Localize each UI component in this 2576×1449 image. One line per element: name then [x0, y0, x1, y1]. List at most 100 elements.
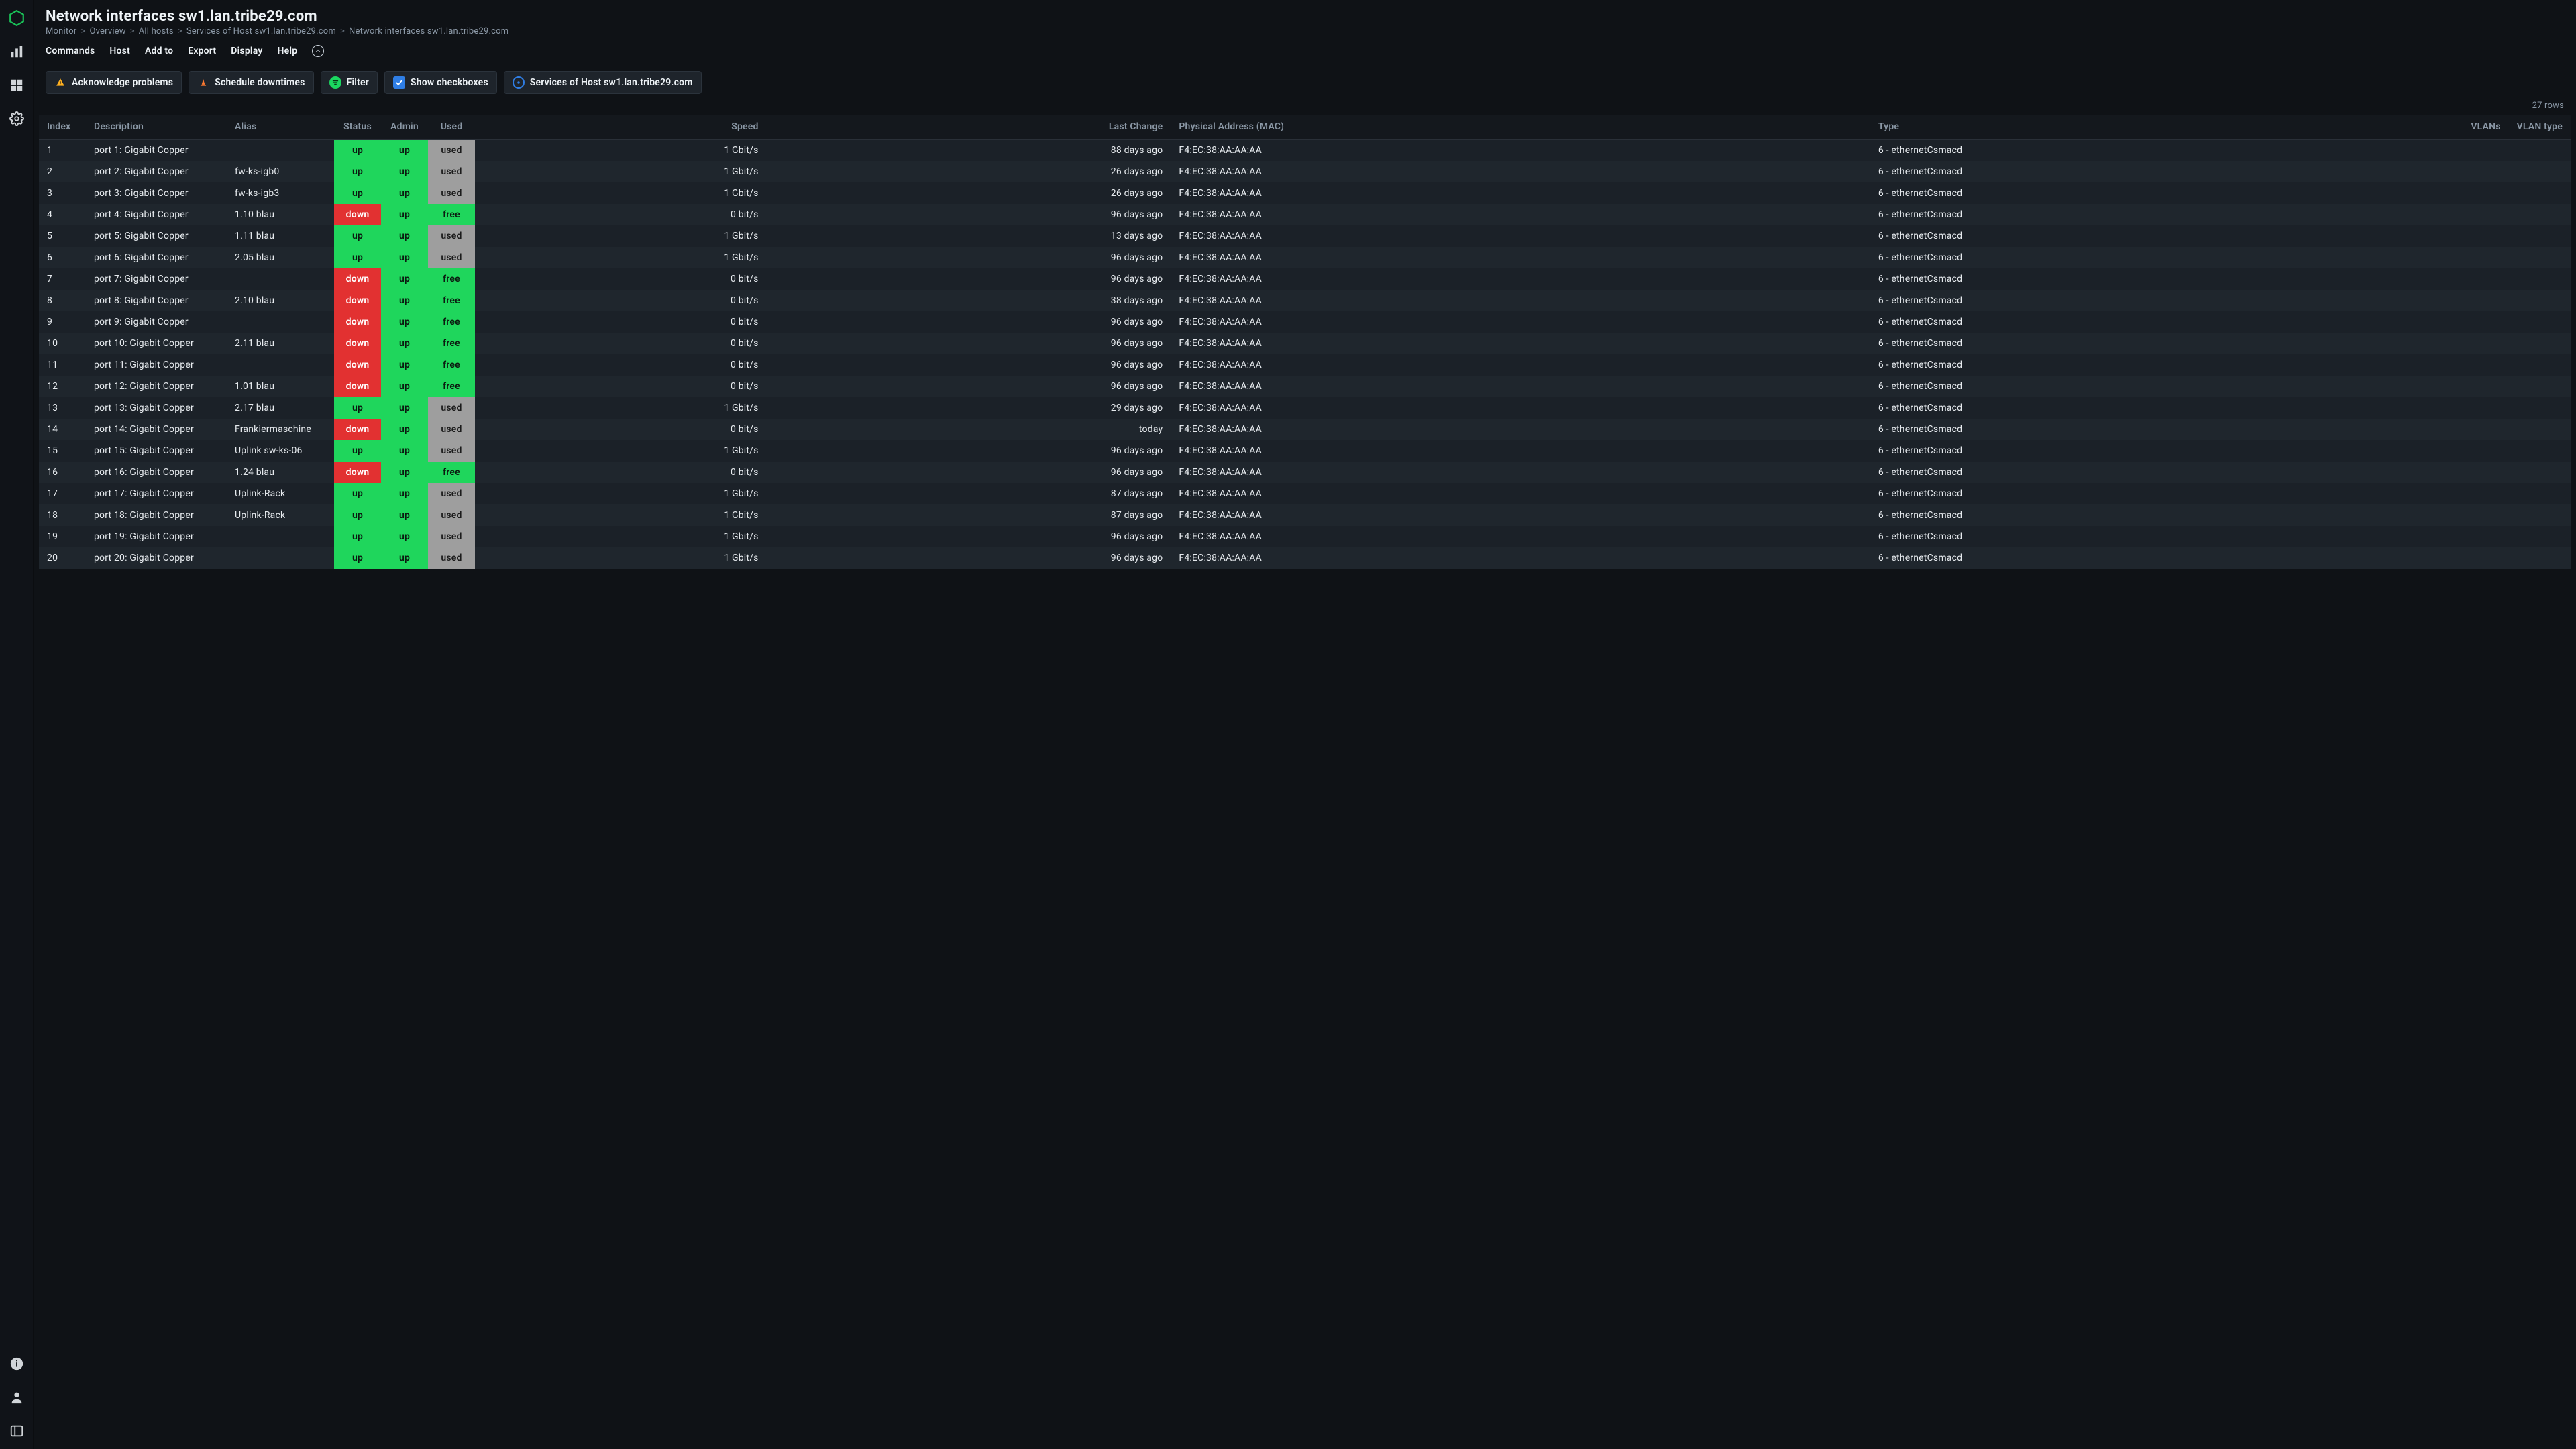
cell-type: 6 - ethernetCsmacd [1870, 440, 2449, 462]
cell-type: 6 - ethernetCsmacd [1870, 354, 2449, 376]
logo-icon[interactable] [5, 7, 28, 30]
cell-speed: 1 Gbit/s [475, 483, 767, 504]
breadcrumb-item[interactable]: Overview [89, 26, 125, 36]
th-alias[interactable]: Alias [227, 115, 334, 140]
menu-more-icon[interactable] [312, 45, 324, 57]
ack-problems-button[interactable]: Acknowledge problems [46, 71, 182, 94]
table-row[interactable]: 19port 19: Gigabit Copperupupused1 Gbit/… [39, 526, 2571, 547]
table-row[interactable]: 20port 20: Gigabit Copperupupused1 Gbit/… [39, 547, 2571, 569]
cell-used: used [428, 504, 475, 526]
panel-icon[interactable] [5, 1419, 28, 1442]
cell-admin-label: up [381, 204, 428, 225]
cell-vlans [2449, 161, 2509, 182]
cell-vtype [2509, 204, 2571, 225]
cell-status: down [334, 311, 381, 333]
grid-icon[interactable] [5, 74, 28, 97]
breadcrumb-item[interactable]: Network interfaces sw1.lan.tribe29.com [349, 26, 508, 36]
cell-last: 38 days ago [767, 290, 1171, 311]
table-row[interactable]: 18port 18: Gigabit CopperUplink-Rackupup… [39, 504, 2571, 526]
table-row[interactable]: 15port 15: Gigabit CopperUplink sw-ks-06… [39, 440, 2571, 462]
table-row[interactable]: 14port 14: Gigabit CopperFrankiermaschin… [39, 419, 2571, 440]
table-row[interactable]: 12port 12: Gigabit Copper1.01 blaudownup… [39, 376, 2571, 397]
services-of-host-button[interactable]: Services of Host sw1.lan.tribe29.com [504, 71, 702, 94]
cell-alias [227, 140, 334, 161]
table-row[interactable]: 17port 17: Gigabit CopperUplink-Rackupup… [39, 483, 2571, 504]
table-row[interactable]: 8port 8: Gigabit Copper2.10 blaudownupfr… [39, 290, 2571, 311]
cell-used: free [428, 354, 475, 376]
th-last[interactable]: Last Change [767, 115, 1171, 140]
cell-used: used [428, 161, 475, 182]
cell-status-label: up [334, 504, 381, 526]
table-row[interactable]: 4port 4: Gigabit Copper1.10 blaudownupfr… [39, 204, 2571, 225]
table-row[interactable]: 11port 11: Gigabit Copperdownupfree0 bit… [39, 354, 2571, 376]
cell-status: up [334, 526, 381, 547]
table-row[interactable]: 10port 10: Gigabit Copper2.11 blaudownup… [39, 333, 2571, 354]
cell-used-label: free [428, 204, 475, 225]
cell-admin-label: up [381, 311, 428, 333]
menu-commands[interactable]: Commands [46, 46, 95, 56]
cell-admin: up [381, 547, 428, 569]
filter-button[interactable]: Filter [321, 71, 378, 94]
breadcrumb-item[interactable]: Monitor [46, 26, 76, 36]
menu-add-to[interactable]: Add to [145, 46, 173, 56]
cell-vlans [2449, 504, 2509, 526]
table-row[interactable]: 5port 5: Gigabit Copper1.11 blauupupused… [39, 225, 2571, 247]
cell-alias: Frankiermaschine [227, 419, 334, 440]
breadcrumb-item[interactable]: All hosts [139, 26, 174, 36]
menu-host[interactable]: Host [109, 46, 130, 56]
cell-status-label: up [334, 247, 381, 268]
th-index[interactable]: Index [39, 115, 86, 140]
table-row[interactable]: 6port 6: Gigabit Copper2.05 blauupupused… [39, 247, 2571, 268]
menu-display[interactable]: Display [231, 46, 262, 56]
cell-used-label: used [428, 419, 475, 440]
user-icon[interactable] [5, 1386, 28, 1409]
table-wrap[interactable]: Index Description Alias Status Admin Use… [34, 115, 2576, 1449]
breadcrumb-sep: > [178, 26, 182, 36]
cell-mac: F4:EC:38:AA:AA:AA [1171, 182, 1870, 204]
cell-vtype [2509, 161, 2571, 182]
table-row[interactable]: 9port 9: Gigabit Copperdownupfree0 bit/s… [39, 311, 2571, 333]
th-vtype[interactable]: VLAN type [2509, 115, 2571, 140]
show-checkboxes-button[interactable]: Show checkboxes [384, 71, 497, 94]
th-vlans[interactable]: VLANs [2449, 115, 2509, 140]
info-icon[interactable] [5, 1352, 28, 1375]
table-row[interactable]: 16port 16: Gigabit Copper1.24 blaudownup… [39, 462, 2571, 483]
cell-type: 6 - ethernetCsmacd [1870, 225, 2449, 247]
cell-admin-label: up [381, 376, 428, 397]
th-speed[interactable]: Speed [475, 115, 767, 140]
cell-admin-label: up [381, 268, 428, 290]
menu-export[interactable]: Export [188, 46, 216, 56]
services-label: Services of Host sw1.lan.tribe29.com [530, 77, 693, 88]
table-row[interactable]: 2port 2: Gigabit Copperfw-ks-igb0upupuse… [39, 161, 2571, 182]
gear-icon[interactable] [5, 107, 28, 130]
cell-status-label: up [334, 225, 381, 247]
table-row[interactable]: 1port 1: Gigabit Copperupupused1 Gbit/s8… [39, 140, 2571, 161]
cell-status: down [334, 204, 381, 225]
th-description[interactable]: Description [86, 115, 227, 140]
breadcrumb-item[interactable]: Services of Host sw1.lan.tribe29.com [186, 26, 336, 36]
cell-vtype [2509, 526, 2571, 547]
schedule-downtime-button[interactable]: Schedule downtimes [189, 71, 313, 94]
cell-status-label: down [334, 290, 381, 311]
cell-speed: 0 bit/s [475, 268, 767, 290]
cell-used: used [428, 140, 475, 161]
th-type[interactable]: Type [1870, 115, 2449, 140]
cell-admin-label: up [381, 225, 428, 247]
cell-admin-label: up [381, 547, 428, 569]
table-row[interactable]: 7port 7: Gigabit Copperdownupfree0 bit/s… [39, 268, 2571, 290]
table-row[interactable]: 3port 3: Gigabit Copperfw-ks-igb3upupuse… [39, 182, 2571, 204]
cell-mac: F4:EC:38:AA:AA:AA [1171, 290, 1870, 311]
cell-alias: 2.17 blau [227, 397, 334, 419]
cell-mac: F4:EC:38:AA:AA:AA [1171, 204, 1870, 225]
table-row[interactable]: 13port 13: Gigabit Copper2.17 blauupupus… [39, 397, 2571, 419]
th-status[interactable]: Status [334, 115, 381, 140]
th-admin[interactable]: Admin [381, 115, 428, 140]
th-used[interactable]: Used [428, 115, 475, 140]
cell-vtype [2509, 547, 2571, 569]
bars-icon[interactable] [5, 40, 28, 63]
cell-admin: up [381, 161, 428, 182]
cell-type: 6 - ethernetCsmacd [1870, 161, 2449, 182]
cell-alias: 1.01 blau [227, 376, 334, 397]
menu-help[interactable]: Help [278, 46, 298, 56]
th-mac[interactable]: Physical Address (MAC) [1171, 115, 1870, 140]
